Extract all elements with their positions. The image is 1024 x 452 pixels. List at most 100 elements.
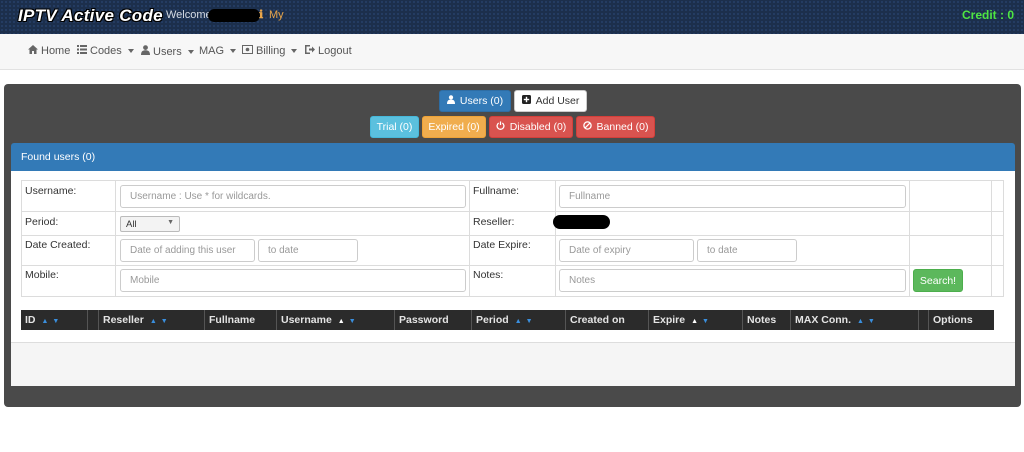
column-header-id[interactable]: ID ▲▼ [21, 310, 87, 330]
search-button-label: Search! [919, 274, 957, 287]
chevron-down-icon: ▼ [167, 219, 174, 226]
grid-line [991, 180, 992, 296]
sort-icon[interactable]: ▲▼ [150, 318, 172, 325]
reseller-label: Reseller: [473, 216, 515, 228]
column-header-fullname[interactable]: Fullname [204, 310, 276, 330]
nav-billing-label: Billing [256, 45, 286, 57]
redacted-username [208, 9, 260, 22]
period-select[interactable]: All ▼ [120, 216, 180, 232]
nav-home-label: Home [41, 45, 71, 57]
column-password-label: Password [399, 314, 449, 326]
grid-line [21, 211, 1004, 212]
grid-line [21, 265, 1004, 266]
date-created-to-input[interactable]: to date [258, 239, 358, 262]
column-fullname-label: Fullname [209, 314, 256, 326]
logout-icon [305, 45, 315, 57]
credit-display: Credit : 0 [961, 8, 1014, 22]
date-created-from-input[interactable]: Date of adding this user [120, 239, 255, 262]
column-header-max-conn[interactable]: MAX Conn. ▲▼ [790, 310, 918, 330]
power-icon [496, 121, 505, 133]
nav-home[interactable]: Home [28, 45, 70, 57]
column-header-reseller[interactable]: Reseller ▲▼ [98, 310, 204, 330]
welcome-text: Welcome [166, 9, 212, 21]
nav-billing[interactable]: Billing [242, 45, 298, 57]
sort-icon[interactable]: ▲▼ [42, 318, 64, 325]
column-header-notes[interactable]: Notes [742, 310, 790, 330]
chevron-down-icon [187, 49, 194, 54]
trial-button[interactable]: Trial (0) [370, 116, 419, 138]
my-account-link[interactable]: My [269, 9, 284, 21]
date-expire-label: Date Expire: [473, 239, 531, 251]
banned-button-label: Banned (0) [596, 121, 649, 133]
grid-line [469, 180, 470, 296]
username-input[interactable]: Username : Use * for wildcards. [120, 185, 466, 208]
column-reseller-label: Reseller [103, 314, 144, 326]
notes-input[interactable]: Notes [559, 269, 906, 292]
add-user-button[interactable]: Add User [514, 90, 587, 112]
grid-line [555, 180, 556, 296]
column-header-created-on[interactable]: Created on [565, 310, 648, 330]
sort-icon[interactable]: ▲▼ [338, 318, 360, 325]
date-expire-from-input[interactable]: Date of expiry [559, 239, 694, 262]
nav-mag-label: MAG [199, 45, 225, 57]
sort-icon[interactable]: ▲▼ [515, 318, 537, 325]
period-label: Period: [25, 216, 59, 228]
fullname-input[interactable]: Fullname [559, 185, 906, 208]
sort-icon[interactable]: ▲▼ [691, 318, 713, 325]
disabled-button[interactable]: Disabled (0) [489, 116, 573, 138]
column-period-label: Period [476, 314, 509, 326]
column-spacer [918, 310, 928, 330]
users-table-header: ID ▲▼ Reseller ▲▼ Fullname Username ▲▼ Pass… [21, 310, 994, 330]
nav-codes-label: Codes [90, 45, 122, 57]
mobile-label: Mobile: [25, 269, 59, 281]
notes-label: Notes: [473, 269, 504, 281]
grid-line [21, 180, 22, 296]
username-label: Username: [25, 185, 77, 197]
column-header-username[interactable]: Username ▲▼ [276, 310, 394, 330]
period-select-value: All [126, 219, 137, 230]
column-header-options[interactable]: Options [928, 310, 994, 330]
users-button-label: Users (0) [459, 95, 504, 107]
trial-button-label: Trial (0) [376, 121, 413, 133]
chevron-down-icon [127, 49, 134, 53]
column-header-period[interactable]: Period ▲▼ [471, 310, 565, 330]
nav-users[interactable]: Users [141, 45, 194, 58]
grid-line [1003, 180, 1004, 296]
grid-line [21, 180, 1004, 181]
banned-button[interactable]: Banned (0) [576, 116, 655, 138]
column-notes-label: Notes [747, 314, 777, 326]
sort-icon[interactable]: ▲▼ [857, 318, 879, 325]
nav-codes[interactable]: Codes [77, 45, 134, 57]
list-icon [77, 45, 87, 57]
column-spacer [87, 310, 98, 330]
column-header-expire[interactable]: Expire ▲▼ [648, 310, 742, 330]
date-created-label: Date Created: [25, 239, 91, 251]
user-icon [141, 45, 150, 58]
mobile-input[interactable]: Mobile [120, 269, 466, 292]
money-icon [242, 45, 253, 57]
column-header-password[interactable]: Password [394, 310, 471, 330]
found-users-heading: Found users (0) [11, 143, 1015, 171]
found-users-title: Found users (0) [21, 151, 96, 163]
disabled-button-label: Disabled (0) [509, 121, 567, 133]
plus-square-icon [521, 95, 531, 107]
home-icon [28, 45, 38, 57]
brand-logo[interactable]: IPTV Active Code [18, 6, 163, 26]
column-created-on-label: Created on [570, 314, 625, 326]
nav-logout[interactable]: Logout [305, 45, 352, 57]
search-button[interactable]: Search! [913, 269, 963, 292]
redacted-reseller[interactable] [553, 215, 610, 229]
column-expire-label: Expire [653, 314, 686, 326]
grid-line [115, 180, 116, 296]
main-nav: Home Codes Users MAG Billing Logout [0, 34, 1024, 70]
users-button[interactable]: Users (0) [439, 90, 511, 112]
chevron-down-icon [230, 49, 237, 53]
date-expire-to-input[interactable]: to date [697, 239, 797, 262]
expired-button[interactable]: Expired (0) [422, 116, 486, 138]
expired-button-label: Expired (0) [428, 121, 480, 133]
nav-mag[interactable]: MAG [199, 45, 237, 57]
info-icon[interactable]: ℹ [259, 8, 263, 21]
add-user-label: Add User [535, 95, 580, 107]
grid-line [21, 235, 1004, 236]
nav-logout-label: Logout [318, 45, 352, 57]
